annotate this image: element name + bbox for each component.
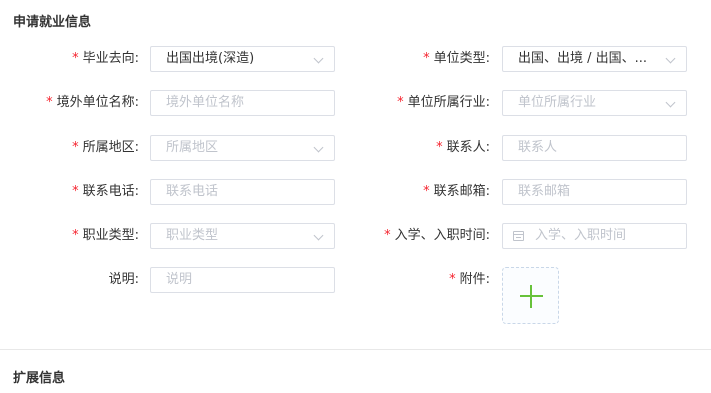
label-unit-type: * 单位类型: bbox=[423, 51, 490, 66]
required-mark: * bbox=[397, 95, 404, 110]
contact-person-input[interactable]: 联系人 bbox=[502, 135, 687, 161]
section-title-apply-employment: 申请就业信息 bbox=[13, 15, 92, 30]
required-mark: * bbox=[72, 184, 79, 199]
label-entry-time: * 入学、入职时间: bbox=[384, 228, 490, 243]
label-contact-phone: * 联系电话: bbox=[72, 184, 139, 199]
label-unit-industry: * 单位所属行业: bbox=[397, 95, 490, 110]
unit-industry-select[interactable]: 单位所属行业 bbox=[502, 90, 687, 116]
section-title-extended-info: 扩展信息 bbox=[13, 371, 66, 386]
label-destination: * 毕业去向: bbox=[72, 51, 139, 66]
required-mark: * bbox=[423, 51, 430, 66]
required-mark: * bbox=[449, 272, 456, 287]
contact-email-input[interactable]: 联系邮箱 bbox=[502, 179, 687, 205]
region-select[interactable]: 所属地区 bbox=[150, 135, 335, 161]
label-contact-email: * 联系邮箱: bbox=[423, 184, 490, 199]
unit-type-select[interactable]: 出国、出境 / 出国、... bbox=[502, 46, 687, 72]
required-mark: * bbox=[436, 140, 443, 155]
label-attachment: * 附件: bbox=[449, 272, 490, 287]
required-mark: * bbox=[384, 228, 391, 243]
label-job-type: * 职业类型: bbox=[72, 228, 139, 243]
label-note: 说明: bbox=[108, 272, 139, 287]
job-type-select[interactable]: 职业类型 bbox=[150, 223, 335, 249]
chevron-down-icon bbox=[313, 230, 324, 241]
calendar-icon bbox=[513, 231, 524, 241]
label-region: * 所属地区: bbox=[72, 140, 139, 155]
note-input[interactable]: 说明 bbox=[150, 267, 335, 293]
required-mark: * bbox=[72, 51, 79, 66]
label-overseas-unit-name: * 境外单位名称: bbox=[46, 95, 139, 110]
attachment-upload-button[interactable] bbox=[502, 267, 559, 324]
required-mark: * bbox=[72, 228, 79, 243]
contact-phone-input[interactable]: 联系电话 bbox=[150, 179, 335, 205]
destination-select[interactable]: 出国出境(深造) bbox=[150, 46, 335, 72]
chevron-down-icon bbox=[313, 53, 324, 64]
chevron-down-icon bbox=[313, 142, 324, 153]
label-contact-person: * 联系人: bbox=[436, 140, 490, 155]
section-divider bbox=[0, 349, 711, 350]
chevron-down-icon bbox=[665, 97, 676, 108]
overseas-unit-name-input[interactable]: 境外单位名称 bbox=[150, 90, 335, 116]
required-mark: * bbox=[72, 140, 79, 155]
required-mark: * bbox=[46, 95, 53, 110]
entry-time-date-picker[interactable]: 入学、入职时间 bbox=[502, 223, 687, 249]
chevron-down-icon bbox=[665, 53, 676, 64]
required-mark: * bbox=[423, 184, 430, 199]
